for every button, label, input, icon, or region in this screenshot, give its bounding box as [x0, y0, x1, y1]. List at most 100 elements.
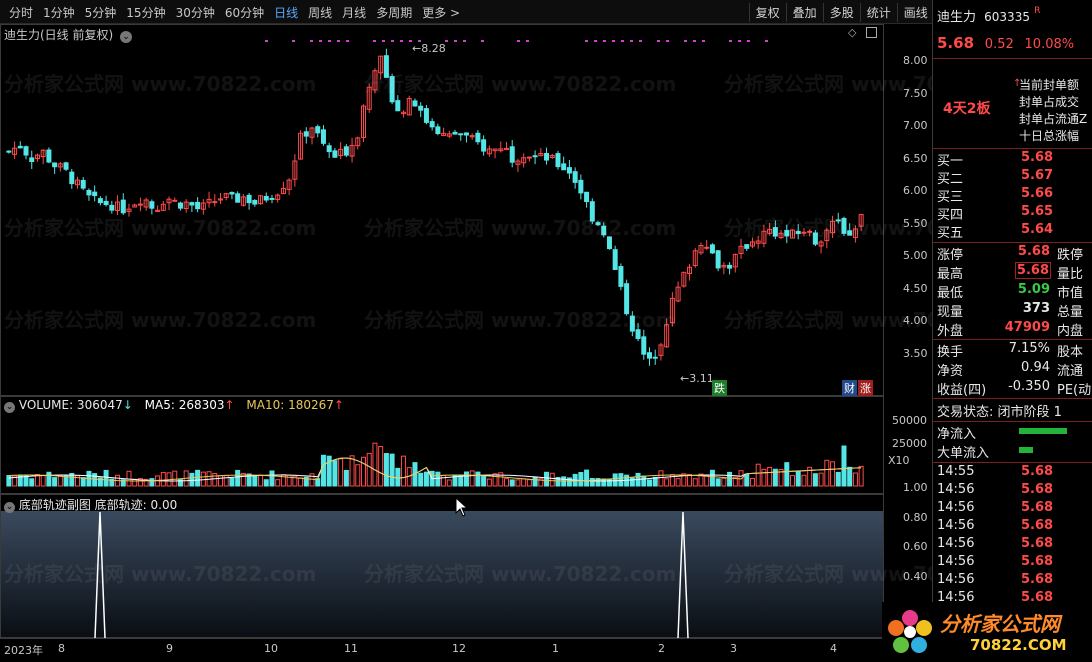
candle-body — [435, 126, 441, 135]
volume-bar — [469, 470, 475, 487]
indicator-tick: 0.40 — [903, 569, 928, 583]
stat-extra-label: 市值 — [1057, 286, 1084, 301]
candle-body — [561, 163, 567, 171]
tick-price: 5.68 — [1021, 572, 1054, 587]
signal-dot — [400, 40, 403, 42]
candle-body — [343, 146, 349, 156]
volume-tick: 25000 — [892, 437, 927, 450]
indicator-spikes — [94, 511, 689, 638]
volume-bar — [709, 469, 715, 487]
signal-dot — [517, 40, 520, 42]
period-tab[interactable]: 5分钟 — [80, 3, 122, 22]
logo-url: 70822.COM — [970, 636, 1067, 654]
candle-body — [532, 155, 538, 158]
period-tab[interactable]: 日线 — [269, 3, 303, 22]
volume-bar — [646, 479, 653, 487]
candle-body — [784, 229, 790, 237]
candle-body — [52, 162, 58, 168]
indicator-spike — [94, 511, 106, 638]
volume-bar — [269, 470, 275, 487]
site-logo: 分析家公式网 70822.COM — [882, 602, 1092, 662]
candle-body — [6, 150, 12, 153]
period-tab[interactable]: 周线 — [303, 3, 337, 22]
date-tick: 2 — [658, 642, 665, 655]
price-tick: 5.00 — [903, 249, 928, 262]
candle-body — [635, 329, 641, 339]
volume-tick: 50000 — [892, 414, 927, 427]
volume-bar — [223, 474, 229, 487]
volume-bar — [509, 479, 515, 487]
period-tab[interactable]: 月线 — [337, 3, 371, 22]
candle-body — [320, 129, 326, 144]
tick-row: 14:56 5.68 — [937, 518, 1092, 536]
signal-dot — [729, 40, 732, 42]
volume-bar — [795, 470, 801, 487]
tick-row: 14:55 5.68 — [937, 464, 1092, 482]
signal-dot — [265, 40, 268, 42]
volume-bar — [92, 473, 98, 487]
stat-label: 外盘 — [937, 324, 964, 339]
volume-bar — [784, 462, 790, 487]
toolbar-action-button[interactable]: 多股 — [822, 3, 860, 22]
period-tab[interactable]: 30分钟 — [171, 3, 220, 22]
volume-bar — [349, 455, 355, 487]
candle-body — [23, 146, 29, 156]
candle-body — [412, 100, 418, 107]
period-tab[interactable]: 分时 — [4, 3, 38, 22]
candle-body — [555, 153, 561, 168]
volume-bar — [767, 466, 773, 487]
date-tick: 2023年 — [4, 644, 43, 657]
signal-dot — [630, 40, 633, 42]
tick-time: 14:56 — [937, 536, 975, 551]
seal-item-label: 十日总涨幅 — [1019, 129, 1080, 143]
stat-value: -0.350 — [1008, 379, 1050, 394]
bid-price: 5.66 — [1021, 186, 1054, 201]
signal-dot — [657, 40, 660, 42]
toolbar-action-button[interactable]: 复权 — [748, 3, 786, 22]
date-tick: 4 — [830, 642, 837, 655]
volume-bar — [652, 476, 658, 487]
candle-body — [315, 126, 321, 134]
volume-bar — [423, 471, 429, 487]
candle-body — [812, 232, 818, 245]
volume-bar — [441, 474, 447, 487]
period-tab[interactable]: 15分钟 — [121, 3, 170, 22]
volume-bar — [692, 478, 698, 487]
toolbar-action-button[interactable]: 叠加 — [785, 3, 823, 22]
signal-dot — [481, 40, 484, 42]
volume-bar — [389, 453, 395, 487]
candle-body — [544, 153, 550, 161]
toolbar-action-button[interactable]: 画线 — [896, 3, 934, 22]
signal-dot — [463, 40, 466, 42]
separator — [933, 398, 1092, 399]
price-tick: 7.00 — [903, 119, 928, 132]
period-tab[interactable]: 60分钟 — [220, 3, 269, 22]
signal-dot — [454, 40, 457, 42]
signal-dot — [292, 40, 295, 42]
trade-status: 交易状态: 闭市阶段 1 — [937, 405, 1062, 420]
volume-bar — [664, 478, 670, 487]
flow-bar — [1019, 428, 1067, 434]
period-tab[interactable]: 更多 > — [417, 3, 465, 22]
candle-body — [423, 108, 429, 123]
volume-bar — [298, 477, 304, 487]
period-tab[interactable]: 1分钟 — [38, 3, 80, 22]
stat-label: 净资 — [937, 364, 964, 379]
signal-dot — [382, 40, 385, 42]
price-tick: 6.50 — [903, 151, 928, 165]
volume-bar — [217, 475, 224, 487]
volume-bar — [103, 469, 109, 487]
volume-bar — [606, 478, 612, 487]
stat-value: 5.68 — [1017, 244, 1050, 259]
signal-dot — [373, 40, 376, 42]
candle-body — [86, 189, 92, 196]
stat-extra-label: PE(动 — [1057, 383, 1092, 398]
candle-body — [17, 145, 23, 149]
signal-dot — [409, 40, 412, 42]
volume-bar — [532, 476, 538, 487]
volume-bar — [160, 471, 166, 487]
volume-bar — [618, 473, 624, 487]
stat-value: 5.68 — [1014, 262, 1052, 279]
toolbar-action-button[interactable]: 统计 — [859, 3, 897, 22]
period-tab[interactable]: 多周期 — [371, 3, 417, 22]
